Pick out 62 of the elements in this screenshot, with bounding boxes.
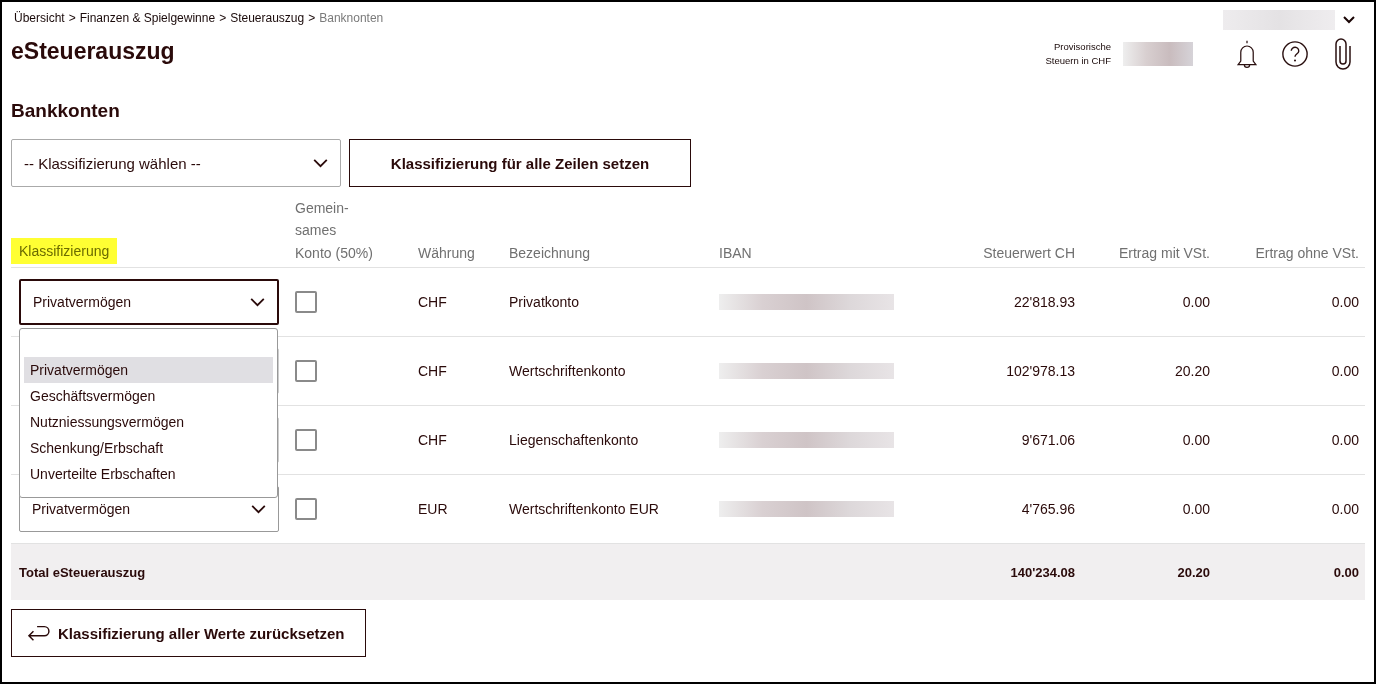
account-name: Privatkonto [509, 294, 580, 310]
column-header: Ertrag mit VSt. [1118, 243, 1210, 263]
column-header: Klassifizierung [11, 237, 118, 265]
amount-text: 0.00 [1182, 294, 1210, 310]
amount-text: 9'671.06 [1021, 432, 1075, 448]
total-amount: 140'234.08 [1010, 564, 1075, 580]
breadcrumb-link[interactable]: Finanzen & Spielgewinne [79, 11, 216, 25]
account-name: Wertschriftenkonto [509, 363, 626, 379]
account-name: Wertschriftenkonto EUR [509, 501, 659, 517]
reset-button[interactable]: Klassifizierung aller Werte zurücksetzen [11, 609, 366, 657]
amount-text: 0.00 [1331, 294, 1359, 310]
column-header: Bezeichnung [509, 243, 590, 263]
account-name: Liegenschaftenkonto [509, 432, 639, 448]
amount-text: 102'978.13 [1006, 363, 1075, 379]
amount-text: 0.00 [1182, 501, 1210, 517]
column-header: Währung [418, 243, 475, 263]
chevron-down-icon[interactable] [1343, 16, 1355, 24]
currency-text: EUR [418, 501, 448, 517]
column-header: Steuerwert CH [983, 243, 1075, 263]
return-arrow-icon [26, 623, 50, 643]
amount-text: 0.00 [1331, 432, 1359, 448]
paperclip-icon[interactable] [1333, 38, 1353, 70]
checkbox[interactable] [295, 429, 317, 451]
breadcrumb-link[interactable]: Steuerauszug [230, 11, 305, 25]
total-label: Total eSteuerauszug [19, 564, 146, 580]
dropdown-option[interactable]: Unverteilte Erbschaften [24, 461, 273, 487]
amount-text: 22'818.93 [1013, 294, 1075, 310]
dropdown-option[interactable]: Privatvermögen [24, 357, 273, 383]
amount-text: 0.00 [1331, 363, 1359, 379]
breadcrumb-separator: > [308, 11, 316, 25]
total-amount: 0.00 [1333, 564, 1359, 580]
checkbox[interactable] [295, 291, 317, 313]
amount-text: 0.00 [1331, 501, 1359, 517]
checkbox[interactable] [295, 498, 317, 520]
column-header: Ertrag ohne VSt. [1255, 243, 1359, 263]
chevron-down-icon [313, 158, 328, 168]
apply-to-all-button[interactable]: Klassifizierung für alle Zeilen setzen [349, 139, 691, 187]
dropdown-option[interactable]: Nutzniessungsvermögen [24, 409, 273, 435]
dropdown-option[interactable]: Geschäftsvermögen [24, 383, 273, 409]
total-amount: 20.20 [1177, 564, 1210, 580]
checkbox[interactable] [295, 360, 317, 382]
tax-label: Provisorische Steuern in CHF [1044, 39, 1111, 68]
page-title: eSteuerauszug [11, 38, 176, 65]
breadcrumb-link[interactable]: Übersicht [14, 11, 65, 25]
chevron-down-icon [250, 297, 265, 307]
classification-select[interactable]: -- Klassifizierung wählen -- [11, 139, 341, 187]
current-page-label: Banknonten [319, 11, 384, 25]
breadcrumb-separator: > [219, 11, 227, 25]
currency-text: CHF [418, 432, 447, 448]
amount-text: 20.20 [1174, 363, 1210, 379]
chevron-down-icon [251, 504, 266, 514]
currency-text: CHF [418, 294, 447, 310]
column-header: Gemein- sames Konto (50%) [295, 199, 373, 263]
amount-text: 4'765.96 [1021, 501, 1075, 517]
currency-text: CHF [418, 363, 447, 379]
redacted-tax-value [1123, 42, 1193, 66]
section-title: Bankkonten [11, 100, 121, 122]
classification-select[interactable]: Privatvermögen [19, 279, 279, 325]
breadcrumb-separator: > [68, 11, 76, 25]
column-header: IBAN [719, 243, 752, 263]
help-icon[interactable] [1281, 38, 1309, 70]
amount-text: 0.00 [1182, 432, 1210, 448]
